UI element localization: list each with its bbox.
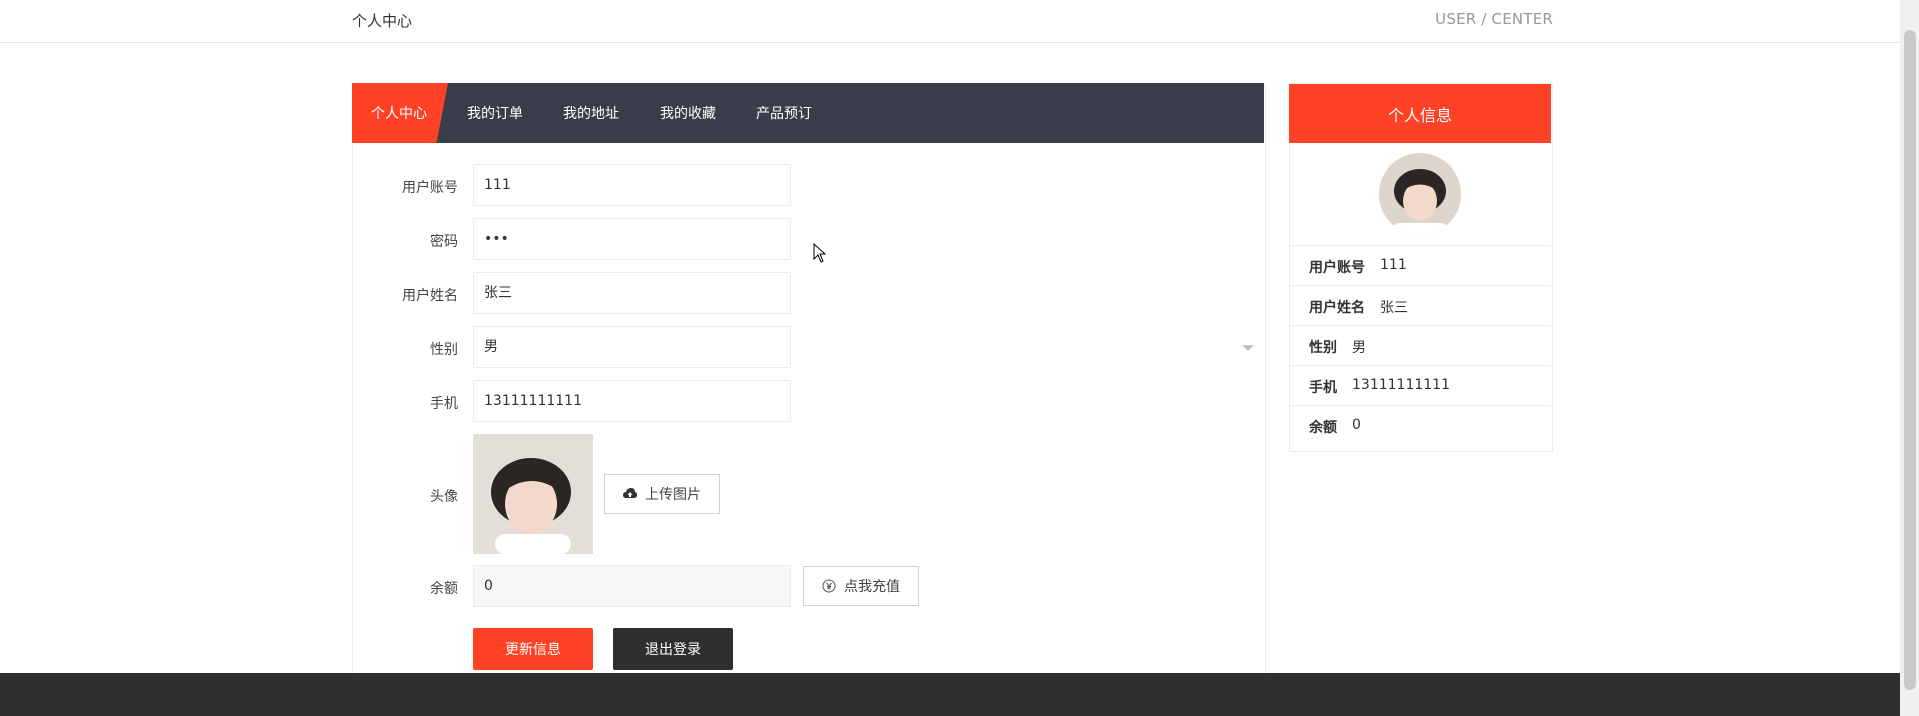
profile-account-label: 用户账号 <box>1309 260 1365 276</box>
profile-avatar <box>1379 153 1461 235</box>
name-label: 用户姓名 <box>402 288 458 304</box>
profile-row-account: 用户账号 111 <box>1289 245 1551 285</box>
profile-gender-label: 性别 <box>1309 340 1337 356</box>
password-input[interactable]: ••• <box>473 218 791 260</box>
tab-my-favorites[interactable]: 我的收藏 <box>660 103 716 123</box>
profile-row-phone: 手机 13111111111 <box>1289 365 1551 405</box>
profile-row-balance: 余额 0 <box>1289 405 1551 445</box>
recharge-label: 点我充值 <box>844 579 900 595</box>
chevron-down-icon[interactable] <box>1242 345 1254 351</box>
avatar-placeholder-icon <box>1379 153 1461 235</box>
profile-balance-label: 余额 <box>1309 420 1337 436</box>
profile-gender-value: 男 <box>1352 340 1366 356</box>
profile-info-title: 个人信息 <box>1289 84 1551 143</box>
upload-image-button[interactable]: 上传图片 <box>604 474 720 514</box>
balance-input: 0 <box>473 565 791 607</box>
profile-phone-label: 手机 <box>1309 380 1337 396</box>
scrollbar-thumb[interactable] <box>1904 30 1916 690</box>
mouse-cursor-icon <box>813 243 827 263</box>
top-bar: 个人中心 USER / CENTER <box>0 0 1900 43</box>
coin-icon <box>822 579 836 593</box>
tab-my-address[interactable]: 我的地址 <box>563 103 619 123</box>
gender-label: 性别 <box>430 342 458 358</box>
avatar-placeholder-icon <box>473 434 593 554</box>
profile-name-label: 用户姓名 <box>1309 300 1365 316</box>
page-subtitle: USER / CENTER <box>1435 10 1553 28</box>
tab-personal-center[interactable]: 个人中心 <box>371 103 427 123</box>
password-label: 密码 <box>430 234 458 250</box>
phone-input[interactable]: 13111111111 <box>473 380 791 422</box>
update-info-button[interactable]: 更新信息 <box>473 628 593 670</box>
tab-product-booking[interactable]: 产品预订 <box>756 103 812 123</box>
balance-label: 余额 <box>430 581 458 597</box>
footer <box>0 673 1900 716</box>
tab-my-orders[interactable]: 我的订单 <box>467 103 523 123</box>
profile-row-name: 用户姓名 张三 <box>1289 285 1551 325</box>
upload-image-label: 上传图片 <box>645 487 701 503</box>
page-title: 个人中心 <box>352 12 413 30</box>
logout-button[interactable]: 退出登录 <box>613 628 733 670</box>
recharge-button[interactable]: 点我充值 <box>803 566 919 606</box>
profile-phone-value: 13111111111 <box>1352 377 1450 393</box>
name-input[interactable]: 张三 <box>473 272 791 314</box>
account-input[interactable]: 111 <box>473 164 791 206</box>
account-label: 用户账号 <box>402 180 458 196</box>
profile-balance-value: 0 <box>1352 417 1361 433</box>
gender-select[interactable]: 男 <box>473 326 791 368</box>
cloud-upload-icon <box>623 488 637 498</box>
profile-account-value: 111 <box>1380 257 1407 273</box>
avatar-label: 头像 <box>430 489 458 505</box>
profile-name-value: 张三 <box>1380 300 1408 316</box>
phone-label: 手机 <box>430 396 458 412</box>
tab-bar: 个人中心 我的订单 我的地址 我的收藏 产品预订 <box>352 83 1264 143</box>
profile-row-gender: 性别 男 <box>1289 325 1551 365</box>
avatar-image <box>473 434 593 554</box>
scrollbar[interactable] <box>1900 0 1919 716</box>
